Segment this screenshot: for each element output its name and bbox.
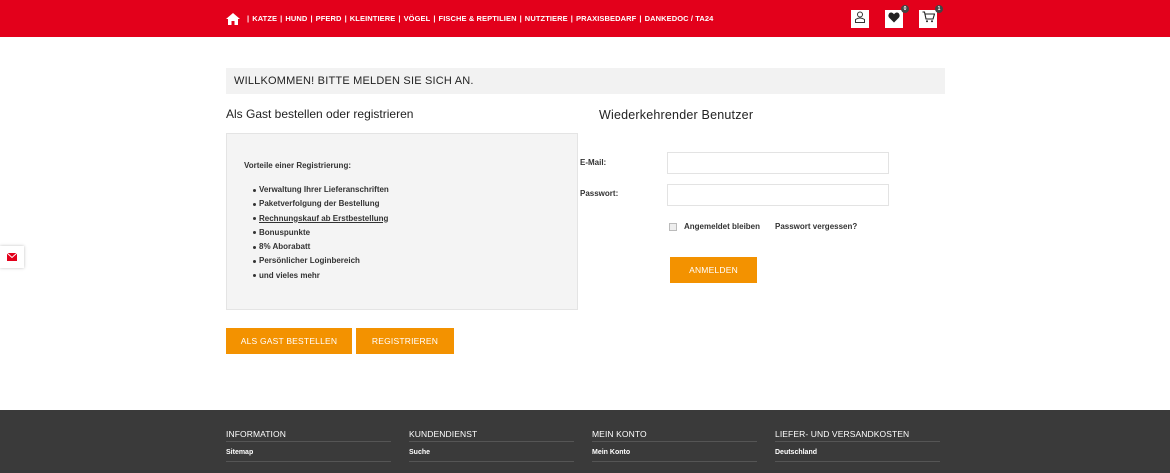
nav-item-katze[interactable]: KATZE [252,14,277,23]
login-button[interactable]: ANMELDEN [670,257,757,283]
remember-me[interactable]: Angemeldet bleiben [669,222,760,231]
mail-icon [6,248,18,266]
cart-count-badge: 1 [935,5,943,13]
wishlist-count-badge: 0 [901,5,909,13]
heart-icon [888,10,900,28]
nav-item-kleintiere[interactable]: KLEINTIERE [350,14,396,23]
footer-col-versandkosten: LIEFER- UND VERSANDKOSTEN Deutschland [775,429,940,462]
nav-item-pferd[interactable]: PFERD [316,14,342,23]
nav-item-praxisbedarf[interactable]: PRAXISBEDARF [576,14,636,23]
list-item-link[interactable]: Rechnungskauf ab Erstbestellung [253,212,389,226]
footer-link[interactable]: Mein Konto [592,449,757,462]
login-heading: Wiederkehrender Benutzer [599,108,754,122]
footer [0,410,1170,473]
account-button[interactable] [851,10,869,28]
footer-link[interactable]: Sitemap [226,449,391,462]
remember-label: Angemeldet bleiben [684,222,761,231]
guest-heading: Als Gast bestellen oder registrieren [226,107,414,121]
footer-col-kundendienst: KUNDENDIENST Suche [409,429,574,462]
benefits-title: Vorteile einer Registrierung: [244,161,351,170]
list-item: Verwaltung Ihrer Lieferanschriften [253,183,389,197]
cart-icon [922,10,935,28]
footer-heading: INFORMATION [226,429,391,442]
footer-link[interactable]: Suche [409,449,574,462]
top-navigation-bar: | KATZE | HUND | PFERD | KLEINTIERE | VÖGEL |… [0,0,1170,37]
register-button[interactable]: REGISTRIEREN [356,328,454,354]
list-item: 8% Aborabatt [253,240,389,254]
footer-heading: MEIN KONTO [592,429,757,442]
list-item: und vieles mehr [253,269,389,283]
email-label: E-Mail: [580,158,607,167]
footer-heading: LIEFER- UND VERSANDKOSTEN [775,429,940,442]
wishlist-button[interactable] [885,10,903,28]
forgot-password-link[interactable]: Passwort vergessen? [775,222,857,231]
footer-col-information: INFORMATION Sitemap [226,429,391,462]
email-field[interactable] [667,152,889,174]
home-icon[interactable] [226,12,240,25]
nav-item-hund[interactable]: HUND [285,14,307,23]
footer-col-mein-konto: MEIN KONTO Mein Konto [592,429,757,462]
nav-item-fische-reptilien[interactable]: FISCHE & REPTILIEN [439,14,517,23]
user-icon [854,10,866,28]
list-item: Paketverfolgung der Bestellung [253,197,389,211]
cart-button[interactable] [919,10,937,28]
nav-item-voegel[interactable]: VÖGEL [404,14,431,23]
contact-mail-button[interactable] [0,246,24,268]
nav-item-nutztiere[interactable]: NUTZTIERE [525,14,568,23]
page-title: WILLKOMMEN! BITTE MELDEN SIE SICH AN. [226,68,945,94]
nav-item-dankedoc[interactable]: DANKEDOC / TA24 [645,14,714,23]
benefits-box: Vorteile einer Registrierung: Verwaltung… [226,133,578,310]
password-field[interactable] [667,184,889,206]
guest-checkout-button[interactable]: ALS GAST BESTELLEN [226,328,352,354]
remember-checkbox[interactable] [669,222,677,231]
list-item: Bonuspunkte [253,226,389,240]
list-item: Persönlicher Loginbereich [253,254,389,268]
benefits-list: Verwaltung Ihrer Lieferanschriften Paket… [253,183,389,283]
footer-heading: KUNDENDIENST [409,429,574,442]
invoice-link[interactable]: Rechnungskauf ab Erstbestellung [259,214,388,223]
main-nav: | KATZE | HUND | PFERD | KLEINTIERE | VÖGEL |… [226,0,713,37]
footer-link[interactable]: Deutschland [775,449,940,462]
password-label: Passwort: [580,189,619,198]
